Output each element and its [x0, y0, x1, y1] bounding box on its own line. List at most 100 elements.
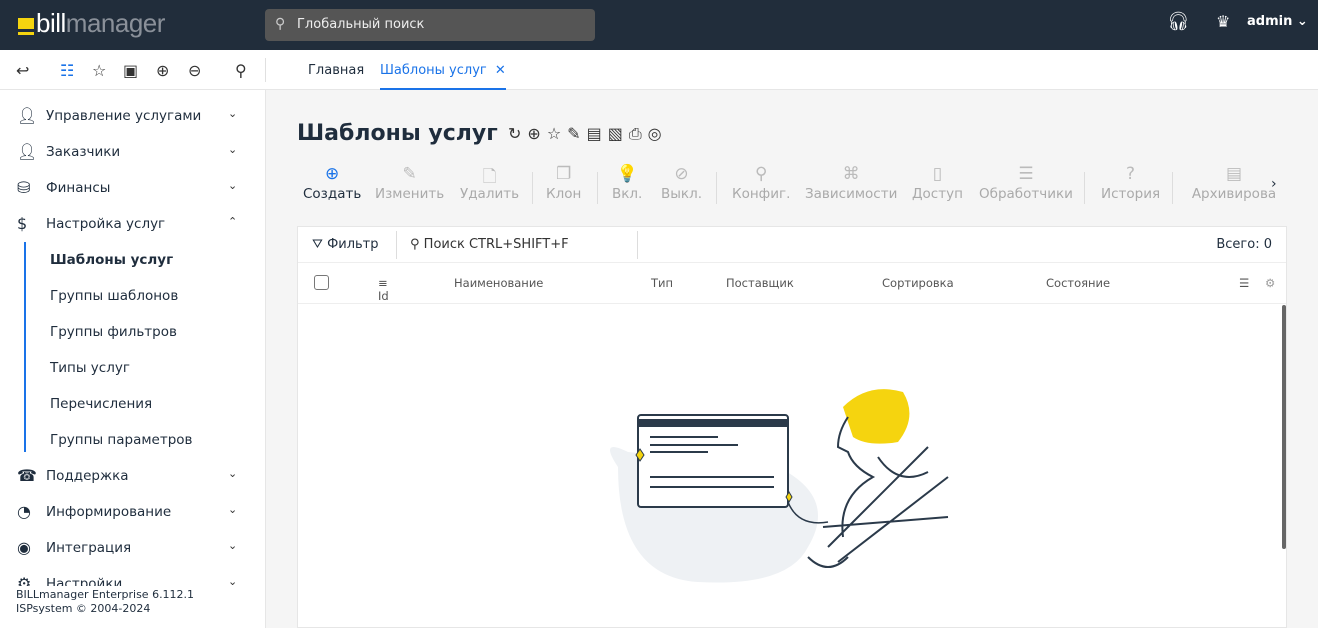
collapse-icon[interactable]: ⊖ — [188, 61, 201, 80]
headset-icon[interactable]: 🎧︎ — [1167, 11, 1190, 32]
chevron-down-icon: ⌄ — [228, 179, 238, 192]
scrollbar[interactable] — [1282, 305, 1286, 549]
action-3[interactable]: ❐ Клон — [546, 164, 581, 202]
integration-icon: ◉ — [17, 538, 31, 557]
global-search-input[interactable]: ⚲ Глобальный поиск — [265, 9, 595, 41]
sidebar-subitem-filter-groups[interactable]: Группы фильтров — [50, 324, 177, 340]
chevron-down-icon: ⌄ — [228, 539, 238, 552]
title-icons: ↻⊕☆✎▤▧⎙◎ — [508, 124, 668, 144]
action-icon: ⊘ — [674, 164, 689, 184]
globe-icon[interactable]: ⊕ — [527, 124, 546, 143]
top-bar: billmanager ⚲ Глобальный поиск 🎧︎ ♛ admin… — [0, 0, 1318, 50]
chevron-down-icon: ⌄ — [228, 503, 238, 516]
empty-illustration — [610, 389, 949, 583]
col-provider[interactable]: Поставщик — [726, 276, 794, 290]
action-icon: ⚲ — [754, 164, 768, 184]
action-2[interactable]: 🗋 Удалить — [460, 164, 519, 202]
action-divider — [1172, 172, 1173, 204]
action-divider — [1084, 172, 1085, 204]
star-icon[interactable]: ☆ — [547, 124, 567, 143]
coins-icon: ⛁ — [17, 178, 31, 197]
col-type[interactable]: Тип — [651, 276, 673, 290]
sidebar: 👤︎ Управление услугами ⌄ 👤︎ Заказчики ⌄ ⛁ Фин… — [0, 90, 266, 628]
sidebar-item-informing[interactable]: ◔ Информирование ⌄ — [0, 494, 265, 530]
filter-icon: ⛛ — [312, 237, 323, 252]
footer: BILLmanager Enterprise 6.112.1 ISPsystem … — [0, 586, 265, 628]
action-6[interactable]: ⚲ Конфиг. — [732, 164, 790, 202]
tab-home[interactable]: Главная — [308, 63, 364, 78]
tree-icon[interactable]: ☷ — [60, 61, 74, 80]
action-1[interactable]: ✎ Изменить — [375, 164, 444, 202]
action-11[interactable]: ▤ Архивирова — [1188, 164, 1280, 202]
action-7[interactable]: ⌘ Зависимости — [805, 164, 897, 202]
sidebar-subitem-enumerations[interactable]: Перечисления — [50, 396, 152, 412]
help-icon[interactable]: ◎ — [648, 124, 668, 143]
logo[interactable]: billmanager — [18, 8, 165, 39]
search-icon[interactable]: ⚲ — [235, 61, 247, 80]
action-8[interactable]: ▯ Доступ — [912, 164, 963, 202]
action-10[interactable]: ? История — [1101, 164, 1160, 202]
action-5[interactable]: ⊘ Выкл. — [661, 164, 702, 202]
select-all-checkbox[interactable] — [314, 275, 329, 290]
col-state[interactable]: Состояние — [1046, 276, 1110, 290]
action-icon: ✎ — [402, 164, 417, 184]
customer-icon: 👤︎ — [17, 142, 38, 161]
gear-icon[interactable]: ⚙ — [1265, 276, 1275, 290]
pin-icon[interactable]: ✎ — [567, 124, 586, 143]
print-icon[interactable]: ⎙ — [629, 124, 648, 143]
refresh-icon[interactable]: ↻ — [508, 124, 527, 143]
col-id[interactable]: Id ≡ — [378, 276, 389, 303]
total-count: Всего: 0 — [1216, 237, 1272, 252]
sidebar-item-service-settings[interactable]: $ Настройка услуг ⌃ — [0, 206, 265, 242]
tab-service-templates[interactable]: Шаблоны услуг ✕ — [380, 63, 506, 90]
sidebar-subitem-template-groups[interactable]: Группы шаблонов — [50, 288, 178, 304]
chevron-down-icon: ⌄ — [228, 467, 238, 480]
action-icon: ❐ — [556, 164, 572, 184]
columns-icon[interactable]: ☰ — [1239, 276, 1249, 290]
chevron-down-icon: ⌄ — [228, 107, 238, 120]
action-divider — [597, 172, 598, 204]
toolbar: ↩ ☷ ☆ ▣ ⊕ ⊖ ⚲ Главная Шаблоны услуг ✕ — [0, 50, 1318, 90]
user-menu[interactable]: admin ⌄ — [1247, 14, 1308, 29]
action-icon: ▯ — [932, 164, 943, 184]
table-search-input[interactable]: ⚲ Поиск CTRL+SHIFT+F — [410, 237, 636, 252]
clipboard-icon[interactable]: ▣ — [123, 61, 138, 80]
action-icon: 🗋 — [482, 167, 497, 187]
close-icon[interactable]: ✕ — [495, 63, 506, 78]
search-icon: ⚲ — [410, 237, 420, 252]
support-icon: ☎ — [17, 466, 37, 485]
sidebar-subitem-templates[interactable]: Шаблоны услуг — [50, 252, 173, 268]
action-9[interactable]: ☰ Обработчики — [979, 164, 1073, 202]
sidebar-item-support[interactable]: ☎ Поддержка ⌄ — [0, 458, 265, 494]
sidebar-item-customers[interactable]: 👤︎ Заказчики ⌄ — [0, 134, 265, 170]
action-icon: ⊕ — [325, 164, 340, 184]
sidebar-item-finance[interactable]: ⛁ Финансы ⌄ — [0, 170, 265, 206]
action-0[interactable]: ⊕ Создать — [303, 164, 361, 202]
col-sort[interactable]: Сортировка — [882, 276, 954, 290]
action-icon: 💡 — [616, 164, 638, 184]
pie-icon: ◔ — [17, 502, 31, 521]
chevron-down-icon: ⌄ — [228, 143, 238, 156]
action-icon: ? — [1126, 164, 1136, 184]
excel-icon[interactable]: ▧ — [608, 124, 629, 143]
action-icon: ▤ — [1225, 164, 1243, 184]
back-icon[interactable]: ↩ — [16, 61, 29, 80]
sidebar-subitem-param-groups[interactable]: Группы параметров — [50, 432, 192, 448]
filter-button[interactable]: ⛛ Фильтр — [312, 237, 379, 252]
action-divider — [532, 172, 533, 204]
document-icon[interactable]: ▤ — [587, 124, 608, 143]
action-4[interactable]: 💡 Вкл. — [612, 164, 642, 202]
user-icon: ♛ — [1216, 12, 1231, 31]
star-icon[interactable]: ☆ — [92, 61, 106, 80]
col-name[interactable]: Наименование — [454, 276, 543, 290]
table-header: Id ≡ Наименование Тип Поставщик Сортиров… — [298, 263, 1286, 304]
action-icon: ⌘ — [842, 164, 860, 184]
sidebar-item-services[interactable]: 👤︎ Управление услугами ⌄ — [0, 98, 265, 134]
sidebar-item-integration[interactable]: ◉ Интеграция ⌄ — [0, 530, 265, 566]
money-bag-icon: $ — [17, 214, 28, 233]
search-icon: ⚲ — [275, 16, 286, 32]
expand-icon[interactable]: ⊕ — [156, 61, 169, 80]
scroll-right-icon[interactable]: › — [1271, 176, 1277, 192]
sidebar-subitem-service-types[interactable]: Типы услуг — [50, 360, 130, 376]
action-divider — [716, 172, 717, 204]
